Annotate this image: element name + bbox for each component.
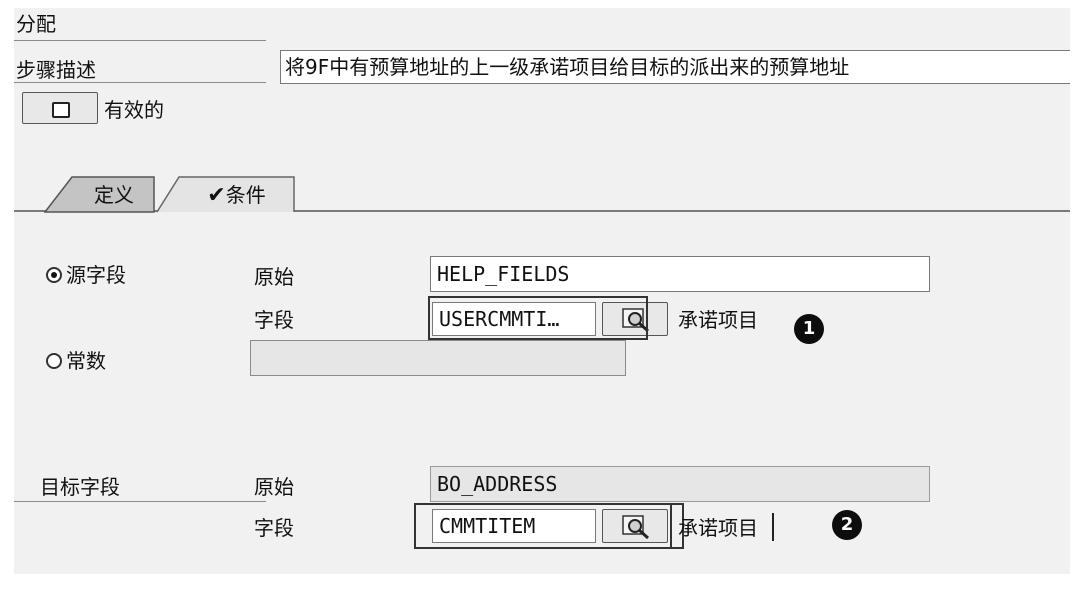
target-field-label: 目标字段 — [40, 475, 120, 499]
callout-badge-2: 2 — [832, 510, 862, 540]
callout-badge-1: 1 — [794, 314, 824, 344]
assignment-heading: 分配 — [16, 12, 56, 36]
source-field-radio[interactable] — [46, 267, 62, 283]
heading-divider — [14, 40, 266, 41]
source-field-highlight — [428, 296, 648, 340]
target-field-highlight — [414, 503, 684, 549]
source-origin-label: 原始 — [254, 265, 294, 289]
source-origin-input[interactable]: HELP_FIELDS — [430, 256, 930, 292]
target-label-divider — [14, 501, 266, 502]
tab-definition-label: 定义 — [94, 183, 134, 207]
active-toggle-button[interactable] — [22, 92, 98, 124]
source-field-name-label: 字段 — [254, 308, 294, 332]
assignment-screen: 分配 步骤描述 将9F中有预算地址的上一级承诺项目给目标的派出来的预算地址 有效… — [14, 8, 1070, 574]
tab-condition-label: 条件 — [225, 183, 266, 207]
target-highlight-bracket — [670, 503, 672, 549]
tab-condition[interactable]: ✔条件 — [179, 180, 294, 214]
step-label-divider — [14, 82, 266, 83]
checkbox-icon — [52, 102, 70, 118]
constant-radio[interactable] — [46, 353, 62, 369]
target-origin-label: 原始 — [254, 475, 294, 499]
step-description-label: 步骤描述 — [16, 58, 96, 82]
tab-definition[interactable]: 定义 — [74, 180, 154, 214]
checkmark-icon: ✔ — [207, 183, 226, 208]
source-field-description: 承诺项目 — [678, 308, 758, 332]
active-label: 有效的 — [104, 98, 164, 122]
constant-label: 常数 — [66, 349, 106, 373]
source-field-label: 源字段 — [66, 263, 126, 287]
target-origin-input[interactable]: BO_ADDRESS — [430, 466, 930, 502]
step-description-field[interactable]: 将9F中有预算地址的上一级承诺项目给目标的派出来的预算地址 — [280, 50, 1070, 84]
constant-input[interactable] — [250, 340, 626, 376]
text-cursor — [772, 513, 774, 541]
target-field-name-label: 字段 — [254, 516, 294, 540]
target-field-description: 承诺项目 — [678, 516, 758, 540]
